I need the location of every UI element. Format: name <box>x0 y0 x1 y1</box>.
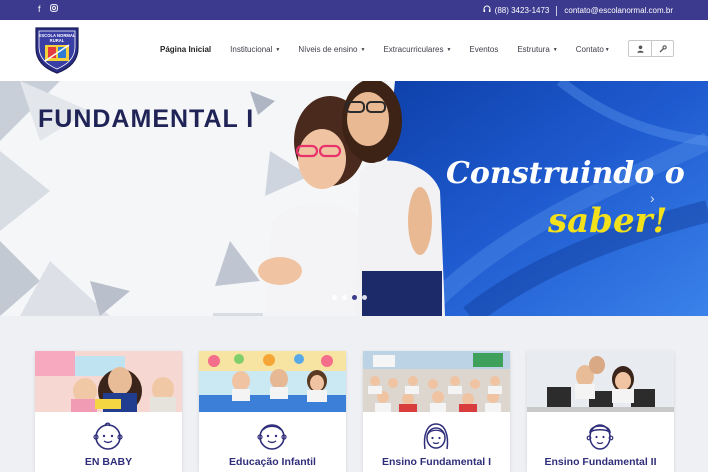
email-link[interactable]: contato@escolanormal.com.br <box>564 6 673 16</box>
nav-item-institucional[interactable]: Institucional ▼ <box>230 45 280 54</box>
nav-item-label: Eventos <box>469 45 499 54</box>
slide-dot[interactable] <box>362 295 367 300</box>
baby-face-icon <box>93 422 123 450</box>
card-en-baby[interactable]: EN BABY <box>35 351 182 472</box>
card-photo <box>363 351 510 412</box>
nav-item-eventos[interactable]: Eventos <box>469 45 498 54</box>
nav-item-label: Extracurriculares <box>383 45 444 54</box>
chevron-down-icon: ▼ <box>604 46 610 53</box>
logo-text-line2: RURAL <box>50 38 65 43</box>
tools-button[interactable] <box>651 41 673 56</box>
nav-item-label: Estrutura <box>517 45 550 54</box>
header-icon-buttons <box>628 40 674 57</box>
headset-icon <box>483 5 491 16</box>
hero-slider[interactable]: FUNDAMENTAL I Construindo o saber! › <box>0 81 708 316</box>
boy-face-icon <box>586 424 614 450</box>
nav-item-contato[interactable]: Contato ▼ <box>576 45 610 54</box>
card-photo <box>527 351 674 412</box>
wrench-icon <box>659 44 667 52</box>
slide-dot[interactable] <box>342 295 347 300</box>
child-face-icon <box>257 424 287 450</box>
card-label: Ensino Fundamental II <box>544 456 657 468</box>
nav-item-estrutura[interactable]: Estrutura ▼ <box>517 45 557 54</box>
slide-dot[interactable] <box>332 295 337 300</box>
nav-item-label: Institucional <box>230 45 273 54</box>
phone-number[interactable]: (88) 3423-1473 <box>495 6 550 16</box>
card-photo <box>199 351 346 412</box>
nav-item-label: Contato <box>575 45 604 54</box>
nav-item-label: Página Inicial <box>160 45 212 54</box>
slide-dot-active[interactable] <box>352 295 357 300</box>
chevron-down-icon: ▼ <box>552 46 558 53</box>
card-label: Ensino Fundamental I <box>381 456 492 468</box>
card-ensino-fundamental-i[interactable]: Ensino Fundamental I <box>363 351 510 472</box>
contact-info: (88) 3423-1473 contato@escolanormal.com.… <box>483 5 673 16</box>
chevron-down-icon: ▼ <box>446 46 452 53</box>
hero-title: FUNDAMENTAL I <box>38 105 255 133</box>
user-button[interactable] <box>629 41 651 56</box>
next-slide-arrow-icon[interactable]: › <box>650 190 655 206</box>
instagram-icon[interactable] <box>49 4 58 15</box>
chevron-down-icon: ▼ <box>275 46 281 53</box>
card-photo <box>35 351 182 412</box>
top-bar: f (88) 3423-1473 contato@escolanormal.co… <box>0 0 708 20</box>
user-icon <box>636 45 644 53</box>
card-ensino-fundamental-ii[interactable]: Ensino Fundamental II <box>527 351 674 472</box>
social-links: f <box>38 4 58 15</box>
divider <box>556 5 558 16</box>
nav-item-label: Níveis de ensino <box>298 45 358 54</box>
card-label: EN BABY <box>84 456 133 468</box>
main-nav: Página Inicial Institucional ▼ Níveis de … <box>160 45 610 54</box>
nav-item-extracurriculares[interactable]: Extracurriculares ▼ <box>383 45 451 54</box>
nav-item-pagina-inicial[interactable]: Página Inicial <box>160 45 211 54</box>
hero-tagline-line1: Construindo o <box>446 156 685 191</box>
hero-tagline-line2: saber! <box>548 201 668 241</box>
nav-item-niveis-de-ensino[interactable]: Níveis de ensino ▼ <box>298 45 365 54</box>
girl-face-icon <box>423 423 449 450</box>
card-educacao-infantil[interactable]: Educação Infantil <box>199 351 346 472</box>
slider-dots <box>332 295 367 300</box>
facebook-icon[interactable]: f <box>38 4 41 15</box>
school-logo[interactable]: ESCOLA NORMAL RURAL <box>34 26 80 74</box>
chevron-down-icon: ▼ <box>360 46 366 53</box>
site-header: ESCOLA NORMAL RURAL Página Inicial Insti… <box>0 20 708 81</box>
card-label: Educação Infantil <box>229 456 316 468</box>
